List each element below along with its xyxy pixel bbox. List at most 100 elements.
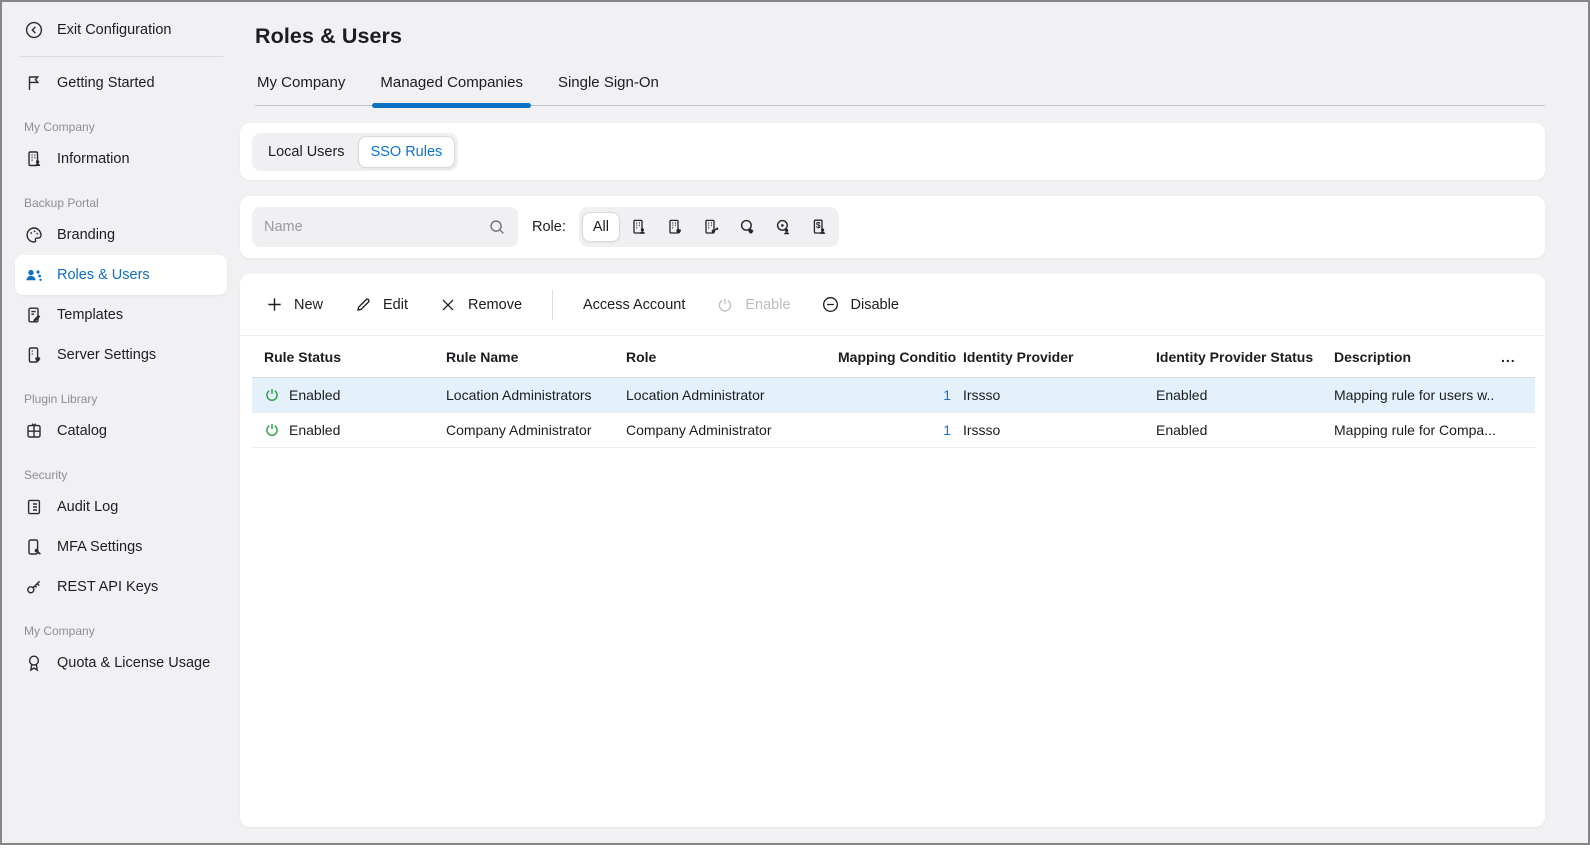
sidebar-item-label: Getting Started [57,75,155,91]
toggle-local-users[interactable]: Local Users [255,136,358,168]
col-rule-name[interactable]: Rule Name [440,336,620,378]
x-icon [438,295,458,315]
enable-button[interactable]: Enable [715,295,790,315]
tab-my-company[interactable]: My Company [255,74,347,105]
col-mapping-conditions[interactable]: Mapping Conditions [832,336,957,378]
edit-button[interactable]: Edit [353,295,408,315]
enable-button-label: Enable [745,297,790,313]
sidebar-item-templates[interactable]: Templates [15,295,227,335]
palette-icon [24,225,44,245]
filter-card: Role: All $ [240,196,1545,258]
new-button[interactable]: New [264,295,323,315]
column-settings-button[interactable]: ... [1495,336,1535,378]
col-rule-status[interactable]: Rule Status [252,336,440,378]
sidebar-item-label: Catalog [57,423,107,439]
sidebar-item-label: Information [57,151,130,167]
sidebar-section-my-company: My Company [24,120,218,134]
role-filter-all-button[interactable]: All [582,212,620,242]
sidebar-item-label: Branding [57,227,115,243]
new-button-label: New [294,297,323,313]
exit-configuration-label: Exit Configuration [57,22,171,38]
view-toggle-card: Local Users SSO Rules [240,123,1545,180]
table-row[interactable]: Enabled Location Administrators Location… [252,378,1535,413]
sidebar-item-getting-started[interactable]: Getting Started [15,63,227,103]
sidebar-item-label: Server Settings [57,347,156,363]
remove-button-label: Remove [468,297,522,313]
toolbar-divider [552,290,553,320]
app-window: Exit Configuration Getting Started My Co… [0,0,1590,845]
mapping-conditions-link[interactable]: 1 [943,387,951,403]
sidebar-item-mfa-settings[interactable]: MFA Settings [15,527,227,567]
sidebar-section-backup-portal: Backup Portal [24,196,218,210]
col-role[interactable]: Role [620,336,832,378]
tab-single-sign-on[interactable]: Single Sign-On [556,74,661,105]
sidebar-item-information[interactable]: Information [15,139,227,179]
catalog-icon [24,421,44,441]
sidebar: Exit Configuration Getting Started My Co… [2,2,240,843]
table-header-row: Rule Status Rule Name Role Mapping Condi… [252,336,1535,378]
tab-bar: My Company Managed Companies Single Sign… [255,74,1545,106]
view-toggle: Local Users SSO Rules [252,133,458,171]
exit-configuration-button[interactable]: Exit Configuration [15,10,227,50]
pin-gear-icon[interactable] [730,210,764,244]
sidebar-item-branding[interactable]: Branding [15,215,227,255]
main-content: Roles & Users My Company Managed Compani… [240,2,1588,843]
sidebar-item-label: Quota & License Usage [57,655,210,671]
col-description[interactable]: Description [1328,336,1495,378]
svg-text:$: $ [816,220,821,230]
flag-icon [24,73,44,93]
sidebar-section-plugin-library: Plugin Library [24,392,218,406]
tab-managed-companies[interactable]: Managed Companies [378,74,525,105]
building-gear-icon[interactable] [658,210,692,244]
rules-card: New Edit Remove Access Account Enable [240,274,1545,827]
page-title: Roles & Users [255,24,1545,49]
identity-provider-value: Irssso [957,413,1150,448]
mapping-conditions-link[interactable]: 1 [943,422,951,438]
document-pencil-icon [24,305,44,325]
pin-person-icon[interactable] [766,210,800,244]
plus-icon [264,295,284,315]
bill-person-icon[interactable]: $ [802,210,836,244]
role-value: Company Administrator [620,413,832,448]
sidebar-item-label: Templates [57,307,123,323]
search-input[interactable] [264,219,488,235]
sidebar-item-label: REST API Keys [57,579,158,595]
col-identity-provider-status[interactable]: Identity Provider Status [1150,336,1328,378]
chevron-left-circle-icon [24,20,44,40]
role-value: Location Administrator [620,378,832,413]
role-filter-group: All $ [579,207,839,247]
disable-button-label: Disable [851,297,899,313]
building-person-icon[interactable] [622,210,656,244]
disable-button[interactable]: Disable [821,295,899,315]
key-icon [24,577,44,597]
rule-name-value: Location Administrators [440,378,620,413]
role-filter-label: Role: [532,219,566,235]
access-account-button[interactable]: Access Account [583,297,685,313]
rule-name-value: Company Administrator [440,413,620,448]
search-box[interactable] [252,207,518,247]
building-key-icon[interactable] [694,210,728,244]
sidebar-item-label: MFA Settings [57,539,142,555]
sidebar-item-audit-log[interactable]: Audit Log [15,487,227,527]
table-row[interactable]: Enabled Company Administrator Company Ad… [252,413,1535,448]
access-account-label: Access Account [583,297,685,313]
sidebar-item-rest-api-keys[interactable]: REST API Keys [15,567,227,607]
server-gear-icon [24,345,44,365]
sso-rules-table: Rule Status Rule Name Role Mapping Condi… [252,336,1535,448]
remove-button[interactable]: Remove [438,295,522,315]
ribbon-icon [24,653,44,673]
description-value: Mapping rule for Compa... [1328,413,1495,448]
toolbar: New Edit Remove Access Account Enable [240,274,1545,336]
sidebar-item-quota-license-usage[interactable]: Quota & License Usage [15,643,227,683]
pencil-icon [353,295,373,315]
list-icon [24,497,44,517]
sidebar-item-catalog[interactable]: Catalog [15,411,227,451]
rule-status-value: Enabled [289,387,340,403]
sidebar-divider [19,56,223,57]
power-icon [715,295,735,315]
col-identity-provider[interactable]: Identity Provider [957,336,1150,378]
sidebar-item-server-settings[interactable]: Server Settings [15,335,227,375]
toggle-sso-rules[interactable]: SSO Rules [358,136,456,168]
sidebar-item-roles-users[interactable]: Roles & Users [15,255,227,295]
identity-provider-status-value: Enabled [1150,413,1328,448]
